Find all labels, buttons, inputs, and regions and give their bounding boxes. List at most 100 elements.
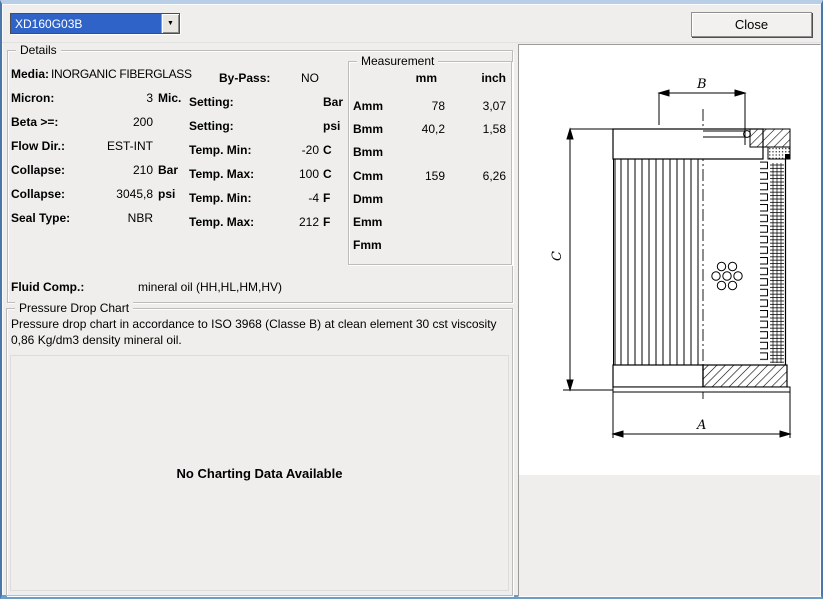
- measurement-row: Fmm: [353, 234, 508, 257]
- measurement-header: mm inch: [353, 71, 508, 85]
- dim-label-b: B: [696, 77, 707, 92]
- detail-label: Micron:: [11, 91, 55, 105]
- detail-label: Seal Type:: [11, 211, 71, 225]
- details-title: Details: [16, 43, 61, 57]
- detail-value: 3045,8: [116, 187, 153, 201]
- hole-pattern: [711, 261, 743, 291]
- support-tube: [760, 159, 787, 365]
- detail-unit: Bar: [158, 163, 179, 177]
- dropdown-arrow-icon[interactable]: ▼: [161, 14, 179, 33]
- measurement-inch: 3,07: [482, 98, 506, 113]
- detail-label: Beta >=:: [11, 115, 59, 129]
- detail-label: Flow Dir.:: [11, 139, 65, 153]
- chart-area: No Charting Data Available: [10, 355, 509, 591]
- measurement-row: Cmm 159 6,26: [353, 164, 508, 187]
- top-end-cap: [612, 128, 791, 160]
- detail-row-bypass: By-Pass: NO: [189, 66, 341, 90]
- detail-label: Temp. Max:: [189, 167, 255, 181]
- measurement-row: Emm: [353, 210, 508, 233]
- detail-row-collapse-psi: Collapse: 3045,8 psi: [11, 182, 183, 206]
- detail-row-beta: Beta >=: 200: [11, 110, 183, 134]
- detail-label: Setting:: [189, 95, 234, 109]
- measurement-label: Fmm: [353, 238, 382, 253]
- drawing-panel: B C A: [518, 44, 821, 597]
- dimension-c: C: [550, 127, 613, 392]
- detail-label: Temp. Max:: [189, 215, 255, 229]
- detail-value: 3: [146, 91, 153, 105]
- bottom-end-cap: [612, 364, 791, 393]
- pressure-drop-groupbox: Pressure Drop Chart Pressure drop chart …: [6, 301, 513, 596]
- detail-label: Collapse:: [11, 187, 66, 201]
- detail-unit: psi: [158, 187, 176, 201]
- measurement-inch: 1,58: [482, 121, 506, 136]
- detail-unit: C: [323, 167, 332, 181]
- measurement-label: Bmm: [353, 145, 384, 160]
- measurement-title: Measurement: [357, 54, 439, 68]
- detail-unit: F: [323, 191, 331, 205]
- detail-value: 200: [132, 115, 153, 129]
- pressure-drop-description: Pressure drop chart in accordance to ISO…: [11, 317, 497, 347]
- measurement-row: Bmm: [353, 141, 508, 164]
- part-number-selected-value[interactable]: XD160G03B: [11, 14, 161, 33]
- dim-label-a: A: [696, 418, 706, 433]
- close-button[interactable]: Close: [691, 12, 812, 37]
- detail-value: 100: [298, 167, 319, 181]
- measurement-mm: 40,2: [421, 121, 445, 136]
- measurement-label: Bmm: [353, 121, 384, 136]
- detail-row-collapse-bar: Collapse: 210 Bar: [11, 158, 183, 182]
- detail-label: Media:: [11, 67, 50, 81]
- measurement-label: Cmm: [353, 168, 384, 183]
- detail-row-media: Media: INORGANIC FIBERGLASS: [11, 62, 192, 86]
- detail-label: Temp. Min:: [189, 191, 252, 205]
- detail-unit: C: [323, 143, 332, 157]
- detail-value: EST-INT: [106, 139, 153, 153]
- measurement-rows: Amm 78 3,07 Bmm 40,2 1,58 Bmm Cmm 159 6,…: [353, 94, 508, 257]
- drawing-canvas: B C A: [519, 45, 820, 475]
- detail-row-setting-bar: Setting: Bar: [189, 90, 343, 114]
- details-groupbox: Details Media: INORGANIC FIBERGLASS Micr…: [7, 43, 513, 303]
- part-number-combobox[interactable]: XD160G03B ▼: [10, 13, 180, 34]
- measurement-row: Dmm: [353, 187, 508, 210]
- detail-value: -4: [308, 191, 319, 205]
- detail-unit: Mic.: [158, 91, 182, 105]
- dimension-a: A: [611, 392, 792, 438]
- measurement-label: Dmm: [353, 191, 384, 206]
- detail-row-temp-max-f: Temp. Max: 212 F: [189, 210, 341, 234]
- fluid-comp-value: mineral oil (HH,HL,HM,HV): [138, 280, 283, 294]
- dialog-window: XD160G03B ▼ Close Details Media: INORGAN…: [0, 0, 823, 599]
- measurement-mm: 78: [431, 98, 445, 113]
- detail-row-micron: Micron: 3 Mic.: [11, 86, 183, 110]
- fluid-comp-row: Fluid Comp.: mineral oil (HH,HL,HM,HV): [11, 275, 282, 299]
- detail-value: 210: [132, 163, 153, 177]
- filter-element-drawing: B C A: [550, 77, 792, 438]
- measurement-groupbox: Measurement mm inch Amm 78 3,07 Bmm 40,2…: [348, 54, 512, 265]
- detail-label: By-Pass:: [219, 71, 271, 85]
- column-header-inch: inch: [481, 71, 506, 85]
- detail-row-temp-min-c: Temp. Min: -20 C: [189, 138, 341, 162]
- dim-label-c: C: [550, 251, 565, 261]
- pleats: [613, 159, 699, 365]
- detail-value: -20: [301, 143, 319, 157]
- detail-label: Setting:: [189, 119, 234, 133]
- no-data-message: No Charting Data Available: [176, 465, 343, 481]
- detail-row-seal-type: Seal Type: NBR: [11, 206, 183, 230]
- detail-unit: F: [323, 215, 331, 229]
- measurement-label: Amm: [353, 98, 384, 113]
- detail-row-flow-dir: Flow Dir.: EST-INT: [11, 134, 183, 158]
- detail-row-temp-max-c: Temp. Max: 100 C: [189, 162, 341, 186]
- detail-value: NBR: [127, 211, 153, 225]
- detail-label: Collapse:: [11, 163, 66, 177]
- top-bar: XD160G03B ▼ Close: [2, 4, 821, 43]
- measurement-row: Amm 78 3,07: [353, 94, 508, 117]
- details-right-column: By-Pass: NO Setting: Bar Setting: psi Te…: [189, 66, 343, 234]
- details-left-column: Media: INORGANIC FIBERGLASS Micron: 3 Mi…: [11, 62, 192, 230]
- detail-row-setting-psi: Setting: psi: [189, 114, 341, 138]
- fluid-comp-label: Fluid Comp.:: [11, 280, 85, 294]
- detail-value: INORGANIC FIBERGLASS: [51, 67, 192, 81]
- detail-row-temp-min-f: Temp. Min: -4 F: [189, 186, 341, 210]
- column-header-mm: mm: [415, 71, 437, 85]
- measurement-inch: 6,26: [482, 168, 506, 183]
- detail-value: NO: [301, 71, 319, 85]
- measurement-label: Emm: [353, 215, 383, 230]
- detail-label: Temp. Min:: [189, 143, 252, 157]
